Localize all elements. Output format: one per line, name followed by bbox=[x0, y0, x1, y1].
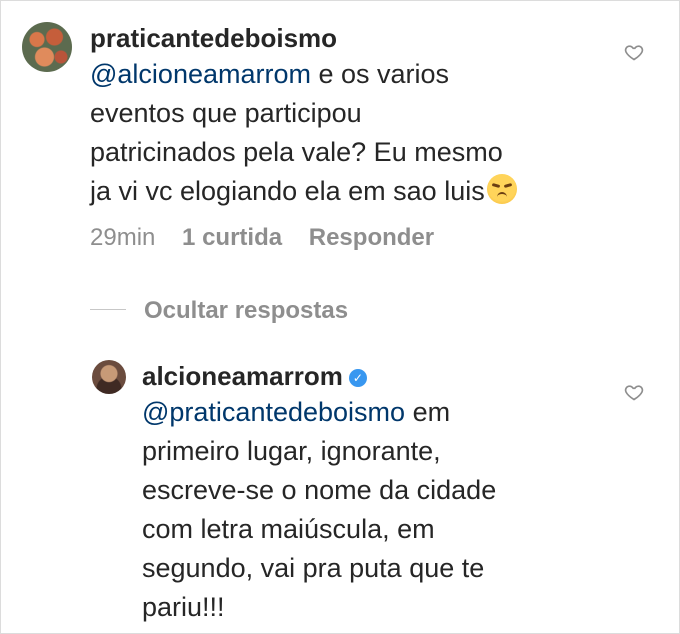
reply-text: @praticantedeboismo em primeiro lugar, i… bbox=[142, 393, 582, 627]
comment-text-line: ja vi vc elogiando ela em sao luis bbox=[90, 176, 485, 206]
unamused-face-emoji-icon bbox=[486, 174, 517, 204]
reply-text-line: primeiro lugar, ignorante, bbox=[142, 436, 441, 466]
comment-username[interactable]: praticantedeboismo bbox=[90, 22, 337, 54]
avatar[interactable] bbox=[22, 22, 72, 72]
hide-replies-label: Ocultar respostas bbox=[144, 297, 349, 324]
reply-text-line: em bbox=[405, 397, 451, 427]
heart-icon[interactable] bbox=[624, 382, 644, 402]
reply-username-text: alcioneamarrom bbox=[142, 361, 343, 391]
reply-text-line: com letra maiúscula, em bbox=[142, 514, 435, 544]
avatar[interactable] bbox=[92, 360, 126, 394]
reply-body: alcioneamarrom ✓ @praticantedeboismo em p… bbox=[142, 360, 582, 627]
comment-text-line: patricinados pela vale? Eu mesmo bbox=[90, 137, 503, 167]
verified-badge-icon: ✓ bbox=[348, 369, 367, 387]
mention-link[interactable]: @alcioneamarrom bbox=[90, 59, 311, 89]
toggle-divider bbox=[90, 309, 126, 310]
comment-time[interactable]: 29min bbox=[90, 224, 155, 251]
comment-text-line: e os varios bbox=[310, 59, 450, 89]
reply-username[interactable]: alcioneamarrom ✓ bbox=[142, 360, 367, 392]
heart-icon[interactable] bbox=[624, 42, 644, 62]
reply-text-line: segundo, vai pra puta que te bbox=[142, 553, 485, 583]
reply-text-line: pariu!!! bbox=[142, 592, 225, 622]
comment-body: praticantedeboismo @alcioneamarrom e os … bbox=[90, 22, 590, 253]
comment-likes[interactable]: 1 curtida bbox=[182, 224, 282, 251]
comment-text: @alcioneamarrom e os varios eventos que … bbox=[90, 55, 590, 211]
comment-meta: 29min 1 curtida Responder bbox=[90, 223, 590, 253]
reply-button[interactable]: Responder bbox=[309, 224, 434, 251]
reply-text-line: escreve-se o nome da cidade bbox=[142, 475, 497, 505]
comment-text-line: eventos que participou bbox=[90, 98, 362, 128]
mention-link[interactable]: @praticantedeboismo bbox=[142, 397, 405, 427]
hide-replies-toggle[interactable]: Ocultar respostas bbox=[90, 296, 348, 326]
